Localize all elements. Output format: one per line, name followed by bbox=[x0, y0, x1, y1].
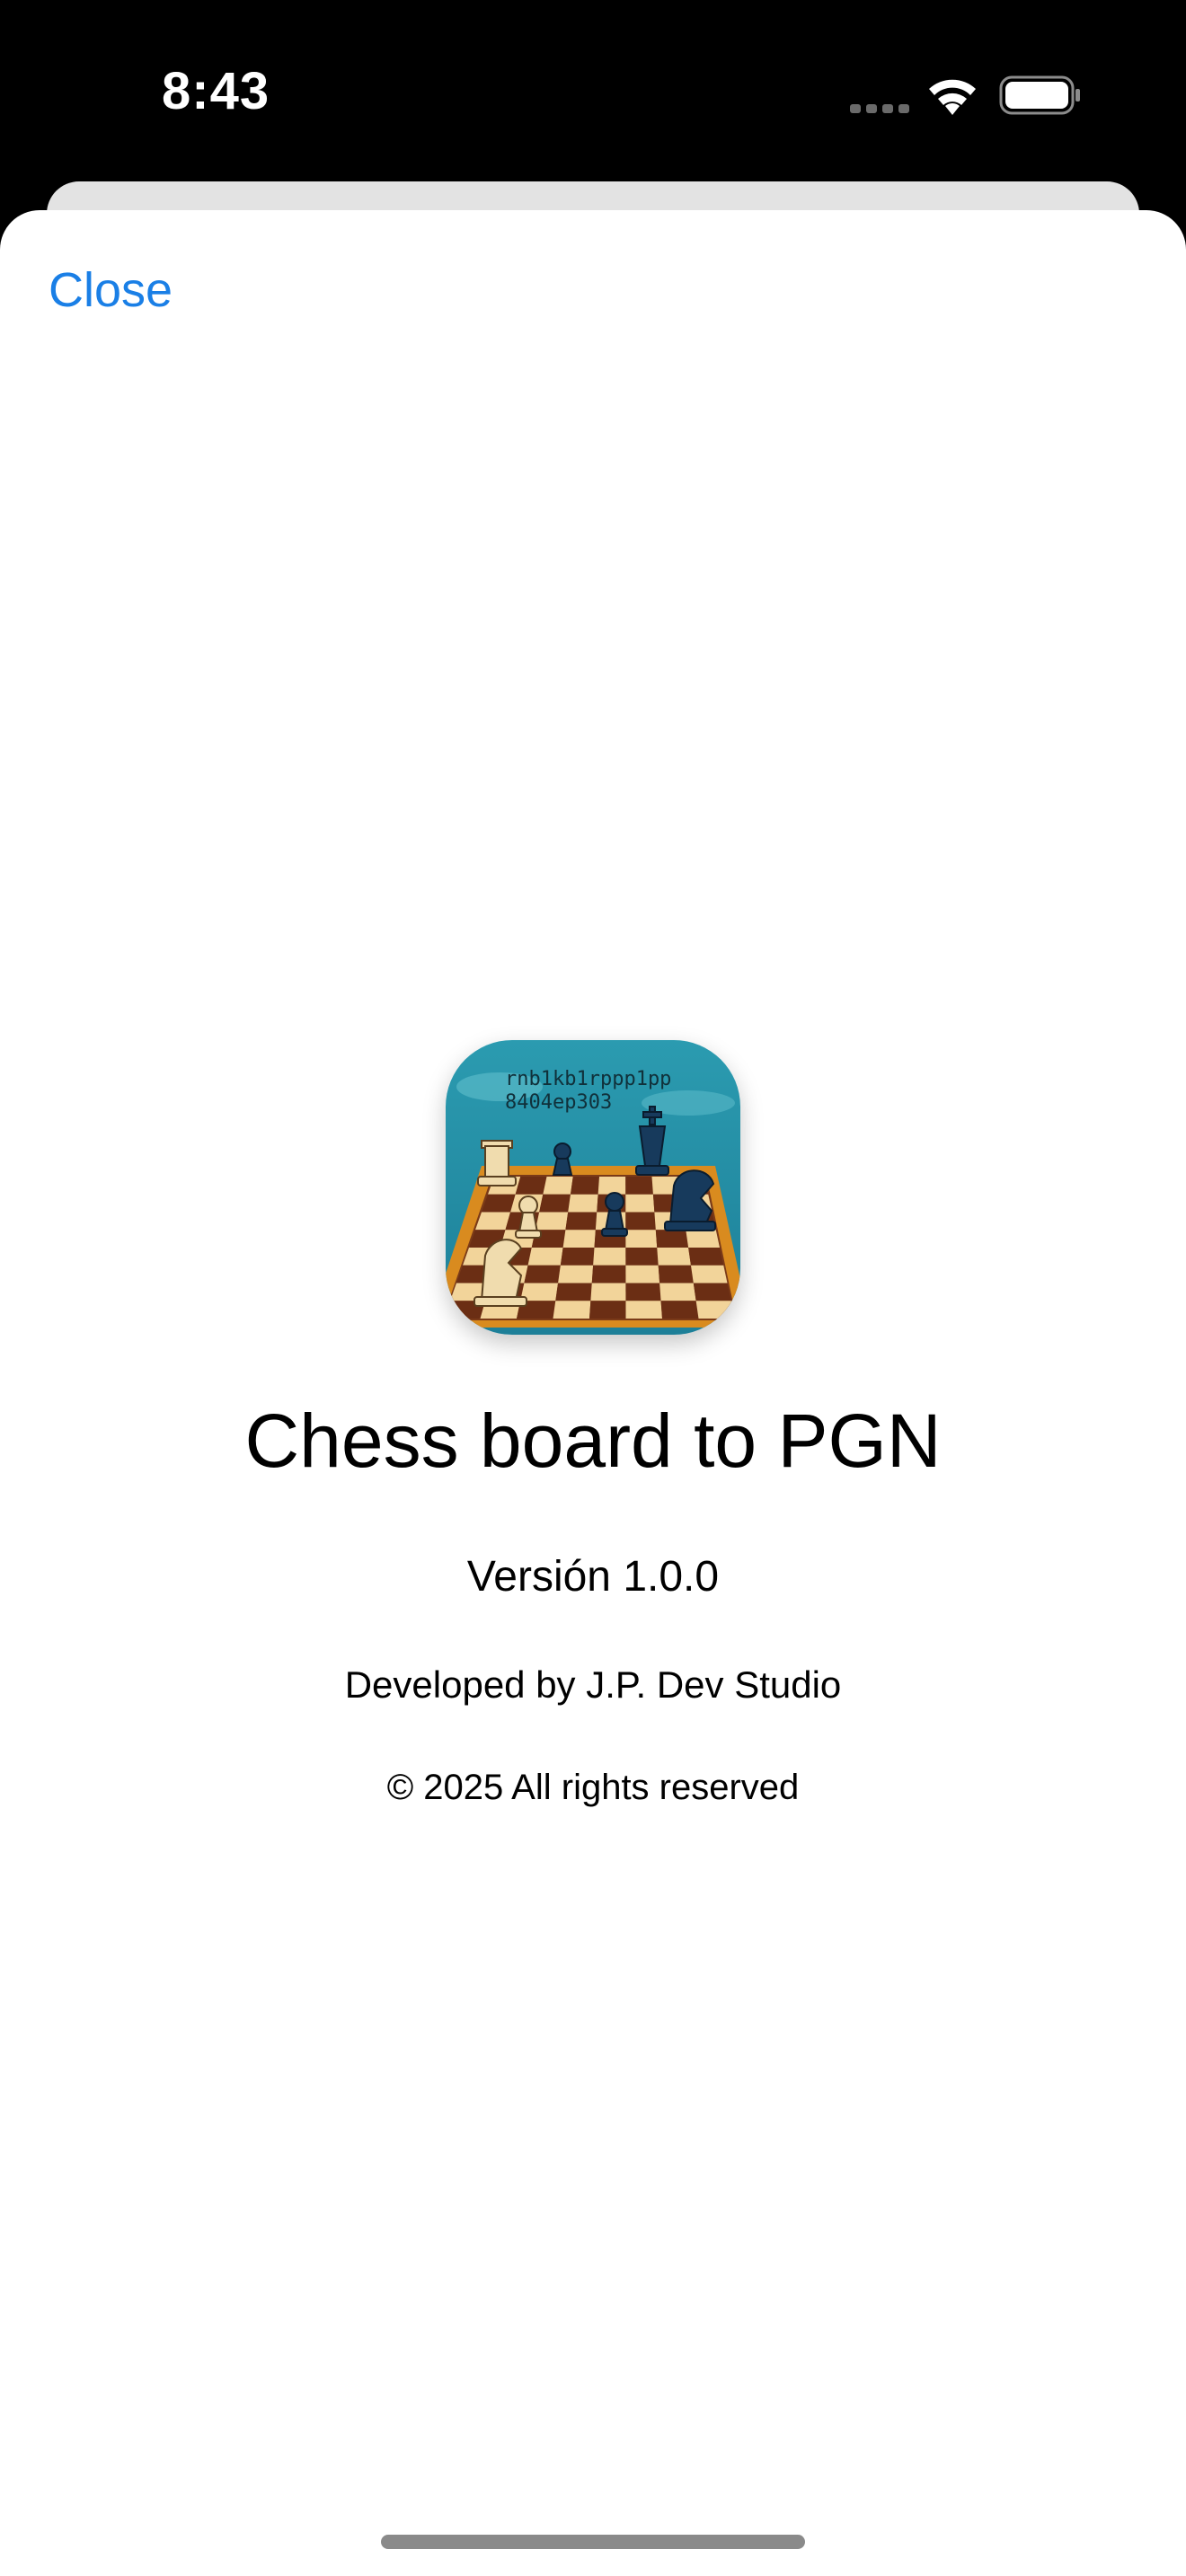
developer-text: Developed by J.P. Dev Studio bbox=[344, 1663, 842, 1706]
app-title: Chess board to PGN bbox=[244, 1398, 942, 1483]
chess-board-app-icon: rnb1kb1rppp1pp 8404ep303 bbox=[446, 1040, 740, 1335]
cellular-signal-icon bbox=[850, 104, 909, 113]
close-button[interactable]: Close bbox=[49, 262, 173, 318]
status-bar: 8:43 bbox=[0, 0, 1186, 180]
svg-text:rnb1kb1rppp1pp: rnb1kb1rppp1pp bbox=[505, 1068, 671, 1090]
wifi-icon bbox=[929, 79, 976, 115]
version-text: Versión 1.0.0 bbox=[466, 1553, 720, 1601]
svg-text:8404ep303: 8404ep303 bbox=[505, 1091, 612, 1114]
status-time: 8:43 bbox=[162, 62, 270, 120]
copyright-text: © 2025 All rights reserved bbox=[386, 1768, 800, 1807]
about-sheet bbox=[0, 210, 1186, 2576]
screen: 8:43 Close rnb1kb1rppp1pp 8404ep303 Ches… bbox=[0, 0, 1186, 2576]
home-indicator bbox=[381, 2535, 805, 2549]
battery-icon bbox=[999, 75, 1080, 115]
